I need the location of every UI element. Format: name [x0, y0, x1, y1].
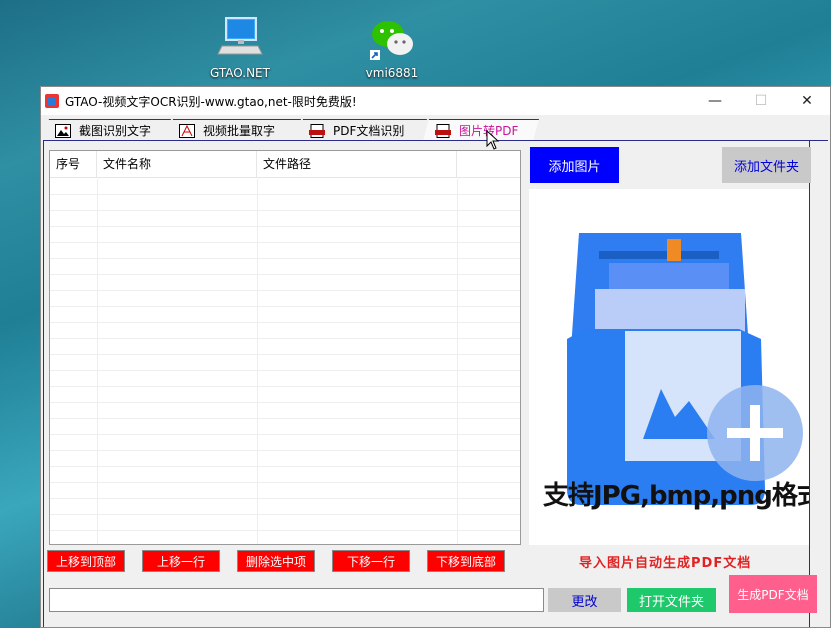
tab-strip: 截图识别文字 视频批量取字 PDF文档识别 图片转PDF	[43, 119, 830, 141]
move-bottom-button[interactable]: 下移到底部	[427, 550, 505, 572]
output-path-input[interactable]	[49, 588, 544, 612]
move-down-button[interactable]: 下移一行	[332, 550, 410, 572]
column-header-filepath[interactable]: 文件路径	[257, 151, 457, 177]
mouse-cursor-icon	[486, 130, 500, 150]
app-logo-icon	[45, 94, 59, 108]
window-title: GTAO-视频文字OCR识别-www.gtao,net-限时免费版!	[65, 94, 357, 109]
delete-selected-button[interactable]: 删除选中项	[237, 550, 315, 572]
file-list-header: 序号 文件名称 文件路径	[50, 151, 520, 178]
desktop-icon-label: vmi6881	[365, 66, 419, 80]
picture-icon	[55, 124, 71, 138]
film-icon	[179, 124, 195, 138]
move-up-button[interactable]: 上移一行	[142, 550, 220, 572]
minimize-button[interactable]: —	[692, 87, 738, 115]
tab-label: PDF文档识别	[333, 124, 405, 138]
hint-text: 导入图片自动生成PDF文档	[579, 556, 752, 571]
pdf-icon	[309, 124, 325, 138]
change-path-button[interactable]: 更改	[548, 588, 621, 612]
file-list[interactable]: 序号 文件名称 文件路径	[49, 150, 521, 545]
desktop-icon-wechat[interactable]: vmi6881	[352, 14, 432, 80]
column-header-index[interactable]: 序号	[50, 151, 97, 177]
close-button[interactable]: ✕	[784, 87, 830, 115]
move-top-button[interactable]: 上移到顶部	[47, 550, 125, 572]
maximize-button[interactable]: ☐	[738, 87, 784, 115]
file-list-body[interactable]	[50, 179, 520, 544]
tab-pdf-ocr[interactable]: PDF文档识别	[297, 119, 427, 141]
desktop-icon-label: GTAO.NET	[210, 66, 270, 80]
wechat-icon	[368, 14, 416, 62]
computer-icon	[216, 14, 264, 62]
tab-label: 视频批量取字	[203, 124, 276, 138]
image-preview: 支持JPG,bmp,png格式	[529, 189, 809, 545]
app-window: GTAO-视频文字OCR识别-www.gtao,net-限时免费版! — ☐ ✕…	[40, 86, 831, 628]
add-image-button[interactable]: 添加图片	[530, 147, 619, 183]
tab-video-batch[interactable]: 视频批量取字	[167, 119, 301, 141]
pdf-icon	[435, 124, 451, 138]
tab-image-to-pdf[interactable]: 图片转PDF	[423, 119, 539, 141]
tab-screenshot-ocr[interactable]: 截图识别文字	[43, 119, 171, 141]
desktop-icon-gtao[interactable]: GTAO.NET	[200, 14, 280, 80]
add-folder-button[interactable]: 添加文件夹	[722, 147, 811, 183]
open-folder-button[interactable]: 打开文件夹	[627, 588, 716, 612]
tab-label: 截图识别文字	[79, 124, 152, 138]
generate-pdf-button[interactable]: 生成PDF文档	[729, 575, 817, 613]
column-header-filename[interactable]: 文件名称	[97, 151, 257, 177]
preview-caption: 支持JPG,bmp,png格式	[543, 481, 809, 511]
title-bar[interactable]: GTAO-视频文字OCR识别-www.gtao,net-限时免费版! — ☐ ✕	[41, 87, 830, 115]
